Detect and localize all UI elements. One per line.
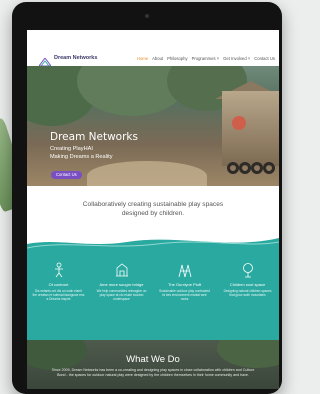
nav-item-home[interactable]: Home bbox=[137, 56, 148, 61]
wave-accent bbox=[27, 241, 279, 249]
section-text: Since 2009, Dream Networks has been a co… bbox=[51, 368, 255, 377]
logo-icon bbox=[38, 54, 52, 66]
ground-path bbox=[87, 161, 207, 186]
feature-item: Ot contront Dis enfants ont dis un outin… bbox=[27, 262, 90, 301]
tagline: Collaboratively creating sustainable pla… bbox=[27, 200, 279, 218]
feature-item: Children soot space Designing natural ch… bbox=[216, 262, 279, 301]
nav-item-about[interactable]: About bbox=[152, 56, 163, 61]
what-we-do-section: What We Do Since 2009, Dream Networks ha… bbox=[27, 340, 279, 389]
feature-text: Sustainable outdoor play contracted fa b… bbox=[159, 289, 210, 301]
feature-text: Dis enfants ont dis un outin elarrit the… bbox=[32, 289, 85, 301]
features-row: Ot contront Dis enfants ont dis un outin… bbox=[27, 262, 279, 301]
nav-item-programmes[interactable]: Programmes ˅ bbox=[192, 56, 220, 61]
hero-title: Dream Networks bbox=[50, 131, 138, 143]
feature-item: Ame mure sougnr bridge We help communiti… bbox=[90, 262, 153, 301]
nav-item-get-involved[interactable]: Get Involved ˅ bbox=[223, 56, 250, 61]
tire-shape bbox=[239, 162, 251, 174]
tire-shape bbox=[263, 162, 275, 174]
feature-title: Ame mure sougnr bridge bbox=[99, 282, 144, 287]
tagline-line: designed by children. bbox=[121, 210, 185, 217]
feature-text: We help communities reimagine un play sp… bbox=[96, 289, 147, 301]
tree-icon bbox=[242, 263, 253, 278]
play-hut bbox=[222, 91, 279, 166]
feature-item: The Gurclyne Pluft Sustainable outdoor p… bbox=[153, 262, 216, 301]
feature-title: Ot contront bbox=[48, 282, 69, 287]
feature-title: Children soot space bbox=[229, 282, 266, 287]
nav-item-philosophy[interactable]: Philosophy bbox=[167, 56, 188, 61]
child-icon bbox=[54, 262, 63, 278]
building-icon bbox=[115, 263, 128, 277]
section-title: What We Do bbox=[126, 354, 180, 365]
nav-menu: Home About Philosophy Programmes ˅ Get I… bbox=[137, 56, 275, 61]
tagline-line: Collaboratively creating sustainable pla… bbox=[82, 201, 224, 208]
play-structure-icon bbox=[178, 264, 191, 278]
feature-title: The Gurclyne Pluft bbox=[167, 282, 202, 287]
hero-subtitle: Creating PlayHAI bbox=[50, 146, 93, 152]
camera-dot bbox=[145, 14, 149, 18]
tire-shape bbox=[227, 162, 239, 174]
hero-subtitle: Making Dreams a Reality bbox=[50, 154, 113, 160]
contact-us-button[interactable]: Contact Us bbox=[51, 171, 82, 179]
tablet-frame: Dream Networks Home About Philosophy Pro… bbox=[12, 2, 282, 394]
logo[interactable]: Dream Networks bbox=[38, 54, 98, 66]
features-band: Ot contront Dis enfants ont dis un outin… bbox=[27, 232, 279, 344]
logo-text: Dream Networks bbox=[54, 55, 98, 61]
tablet-screen: Dream Networks Home About Philosophy Pro… bbox=[27, 30, 279, 389]
feature-text: Designing natural children spaces that g… bbox=[223, 289, 272, 297]
top-nav: Dream Networks Home About Philosophy Pro… bbox=[27, 50, 279, 67]
nav-item-contact-us[interactable]: Contact Us bbox=[254, 56, 275, 61]
hero-banner: Dream Networks Creating PlayHAI Making D… bbox=[27, 66, 279, 186]
tire-shape bbox=[251, 162, 263, 174]
hut-window bbox=[232, 116, 246, 130]
